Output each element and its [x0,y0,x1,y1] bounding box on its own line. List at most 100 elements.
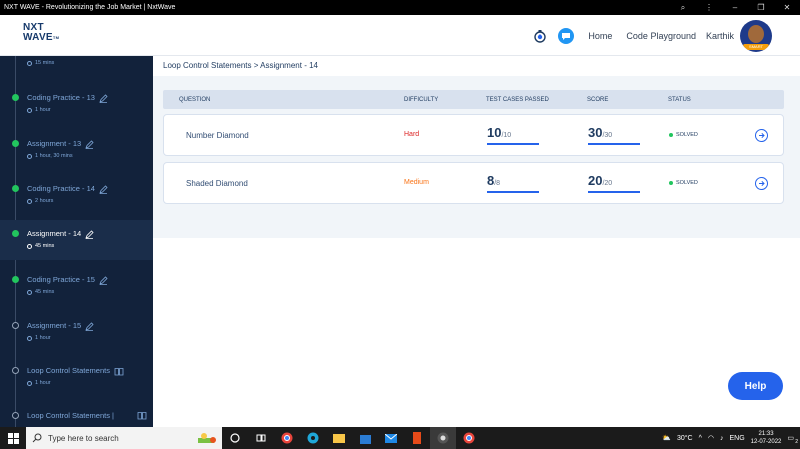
clock-icon [27,153,32,159]
search-icon [32,433,42,443]
column-score: SCORE [587,97,609,103]
cortana-icon[interactable] [222,427,248,449]
column-status: STATUS [668,97,691,103]
score-total-value: /20 [602,180,613,187]
status-badge: SOLVED [669,132,698,138]
completed-dot [12,276,19,283]
file-explorer-icon[interactable] [326,427,352,449]
logo-line2: WAVE [23,32,53,43]
tc-progress-bar [487,143,539,145]
clock[interactable]: 21:33 12-07-2022 [751,430,782,446]
nxtwave-logo[interactable]: NXT WAVETM [23,23,65,43]
tc-progress-bar [487,191,539,193]
sidebar-item-meta: 1 hour [35,107,51,113]
chevron-up-icon[interactable]: ^ [699,435,702,442]
nav-code-playground-link[interactable]: Code Playground [626,31,696,41]
score-total-value: /30 [602,132,613,139]
sidebar-item-meta: 2 hours [35,198,54,204]
sidebar-item-meta: 1 hour, 30 mins [35,153,73,159]
clock-icon [27,243,32,249]
breadcrumb: Loop Control Statements > Assignment - 1… [163,61,318,70]
sidebar-item-prev[interactable]: 15 mins [0,56,153,84]
pencil-icon [85,229,94,239]
task-view-icon[interactable] [248,427,274,449]
table-header: QUESTION DIFFICULTY TEST CASES PASSED SC… [163,90,784,109]
completed-dot [12,94,19,101]
sidebar-item-meta: 15 mins [35,60,55,66]
tc-passed-value: 10 [487,125,502,140]
status-label: SOLVED [676,180,698,186]
score-progress-bar [588,191,640,193]
notification-icon[interactable]: ▭ 2 [787,434,798,445]
sidebar-item-meta: 45 mins [35,289,55,295]
sidebar-item-coding-practice-14[interactable]: Coding Practice - 14 2 hours [0,177,153,217]
tc-total-value: /10 [501,132,512,139]
column-difficulty: DIFFICULTY [404,97,439,103]
avatar-face [748,24,764,43]
table-row[interactable]: Shaded Diamond Medium 8/8 20/20 SOLVED [163,162,784,204]
system-tray: ⛅ 30°C ^ ◠ ♪ ENG 21:33 12-07-2022 ▭ 2 [662,427,800,449]
windows-start-button[interactable] [0,427,26,449]
book-icon [114,367,124,375]
window-titlebar: NXT WAVE - Revolutionizing the Job Marke… [0,0,800,15]
edge-icon[interactable] [300,427,326,449]
sidebar-item-label: Coding Practice - 15 [27,275,95,284]
score-progress-bar [588,143,640,145]
chrome-app-icon[interactable] [456,427,482,449]
timer-icon[interactable] [532,28,548,44]
mail-icon[interactable] [378,427,404,449]
weather-icon[interactable]: ⛅ [662,434,671,442]
nav-home-link[interactable]: Home [588,31,612,41]
taskbar-search-box[interactable]: Type here to search [26,427,222,449]
more-options-icon[interactable]: ⋮ [696,3,722,12]
nxtwave-app-icon[interactable] [430,427,456,449]
date: 12-07-2022 [750,439,782,445]
app-header: NXT WAVETM Home Code Playground Karthik … [0,15,800,56]
restore-button[interactable]: ❐ [748,3,774,12]
test-cases-passed: 10/10 [487,124,539,145]
test-cases-passed: 8/8 [487,172,539,193]
help-button[interactable]: Help [728,372,783,400]
sidebar-item-meta: 1 hour [35,335,51,341]
sidebar-item-loop-control-statements-2[interactable]: Loop Control Statements | [0,404,153,427]
score: 30/30 [588,124,640,145]
minimize-button[interactable]: – [722,3,748,12]
pending-dot [12,367,19,374]
sidebar-item-assignment-14[interactable]: Assignment - 14 45 mins [0,220,153,260]
sidebar-item-assignment-13[interactable]: Assignment - 13 1 hour, 30 mins [0,132,153,172]
clock-icon [27,335,32,341]
volume-icon[interactable]: ♪ [720,435,724,442]
arrow-right-circle-icon[interactable] [755,129,768,142]
question-name[interactable]: Shaded Diamond [186,179,248,188]
weather-widget-icon[interactable] [196,430,218,446]
sidebar-item-assignment-15[interactable]: Assignment - 15 1 hour [0,314,153,354]
office-icon[interactable] [404,427,430,449]
status-dot [669,133,673,137]
clock-icon [27,380,32,386]
question-name[interactable]: Number Diamond [186,131,249,140]
chrome-icon[interactable] [274,427,300,449]
pencil-icon [99,184,108,194]
temperature[interactable]: 30°C [677,435,693,442]
arrow-right-circle-icon[interactable] [755,177,768,190]
pencil-icon [85,321,94,331]
search-icon[interactable]: ⌕ [670,3,696,13]
completed-dot [12,140,19,147]
sidebar-item-label: Assignment - 14 [27,229,82,238]
clock-icon [27,198,32,204]
sidebar-item-coding-practice-13[interactable]: Coding Practice - 13 1 hour [0,86,153,126]
clock-icon [27,60,32,66]
store-icon[interactable] [352,427,378,449]
avatar[interactable]: SMART [740,19,772,52]
status-badge: SOLVED [669,180,698,186]
sidebar-item-label: Loop Control Statements [27,366,110,375]
close-button[interactable]: ✕ [774,3,800,12]
user-name[interactable]: Karthik [706,31,734,41]
sidebar-item-coding-practice-15[interactable]: Coding Practice - 15 45 mins [0,268,153,308]
table-row[interactable]: Number Diamond Hard 10/10 30/30 SOLVED [163,114,784,156]
language-indicator[interactable]: ENG [730,435,745,442]
time: 21:33 [758,431,774,437]
network-icon[interactable]: ◠ [708,434,714,442]
sidebar-item-loop-control-statements[interactable]: Loop Control Statements 1 hour [0,359,153,399]
chat-icon[interactable] [558,27,575,44]
